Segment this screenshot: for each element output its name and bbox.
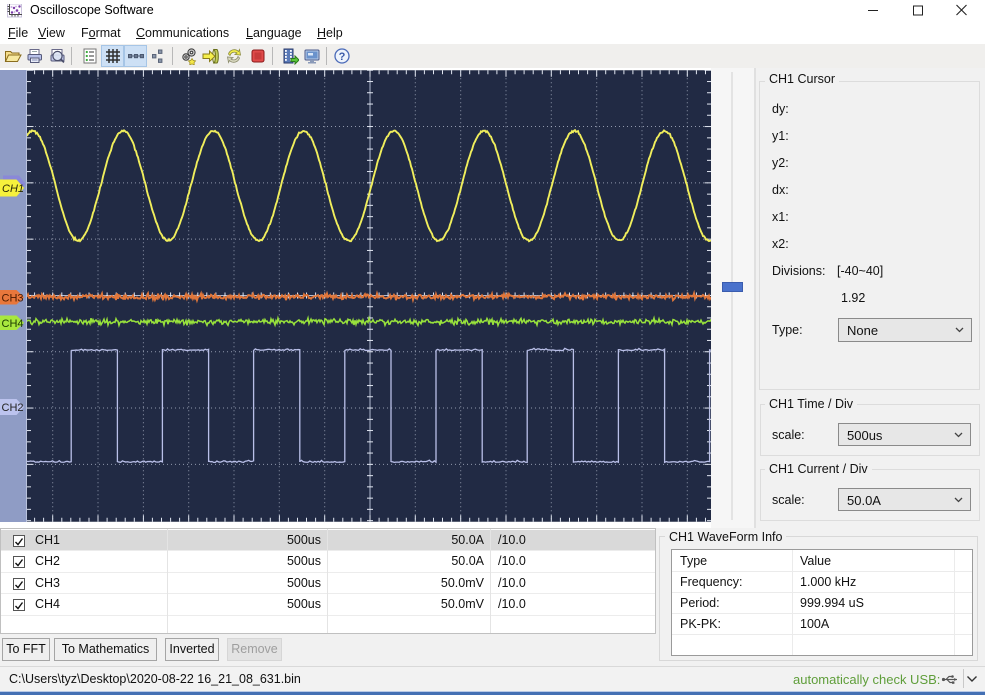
svg-text:CH2: CH2 [2, 402, 24, 414]
svg-text:CH4: CH4 [2, 318, 24, 330]
svg-text:CH1: CH1 [2, 183, 24, 195]
svg-text:?: ? [339, 51, 346, 63]
svg-text:CH3: CH3 [2, 293, 24, 305]
